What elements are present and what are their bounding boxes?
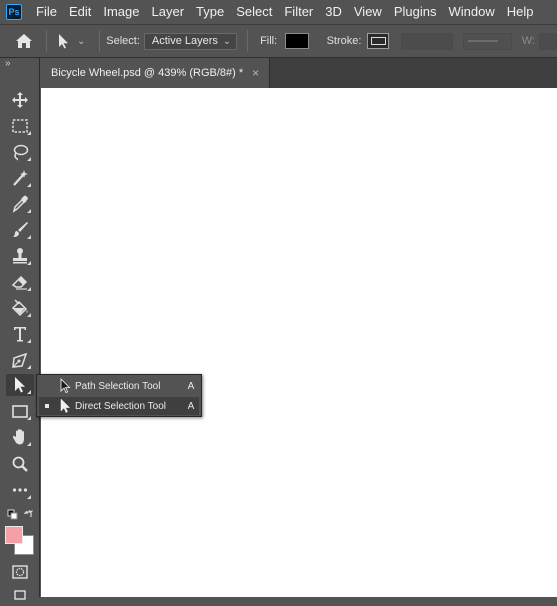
select-label: Select: [106,35,140,47]
rectangle-tool[interactable] [6,400,34,422]
foreground-color-swatch[interactable] [5,526,23,544]
tool-group-indicator [27,365,31,369]
screen-mode-button[interactable] [6,584,34,606]
move-tool[interactable] [6,89,34,111]
marquee-tool[interactable] [6,115,34,137]
fill-color-swatch[interactable] [285,33,309,49]
tool-group-indicator [27,390,31,394]
tool-group-indicator [27,495,31,499]
flyout-item-shortcut: A [187,380,195,392]
more-tools-button[interactable] [6,479,34,501]
tool-group-indicator [27,313,31,317]
menu-select[interactable]: Select [230,0,278,24]
document-canvas[interactable] [41,88,557,597]
options-separator [247,30,249,52]
options-separator [46,30,47,52]
zoom-tool[interactable] [6,453,34,475]
tools-panel: » [0,58,40,600]
chevron-down-icon: ⌄ [222,35,232,47]
direct-selection-icon [55,398,75,414]
default-colors-icon[interactable] [5,509,35,521]
magic-wand-tool[interactable] [6,167,34,189]
width-label: W: [521,35,535,47]
path-selection-icon [55,378,75,394]
tool-group-indicator [27,235,31,239]
tool-group-indicator [27,442,31,446]
quick-mask-button[interactable] [6,561,34,583]
menu-layer[interactable]: Layer [146,0,191,24]
tool-group-indicator [27,209,31,213]
tool-preset-picker[interactable]: ⌄ [57,33,85,49]
width-field[interactable] [538,32,557,50]
menu-bar: Ps File Edit Image Layer Type Select Fil… [0,0,557,24]
menu-window[interactable]: Window [442,0,500,24]
tool-group-indicator [27,287,31,291]
tool-group-indicator [27,416,31,420]
eraser-tool[interactable] [6,271,34,293]
fill-label: Fill: [260,35,278,47]
flyout-item-shortcut: A [187,400,195,412]
paint-bucket-tool[interactable] [6,297,34,319]
pen-tool[interactable] [6,349,34,371]
move-icon [12,92,28,108]
photoshop-logo[interactable]: Ps [6,4,22,20]
tool-group-indicator [27,157,31,161]
lasso-tool[interactable] [6,141,34,163]
flyout-item-label: Path Selection Tool [75,380,161,392]
select-layers-dropdown[interactable]: Active Layers ⌄ [143,32,238,50]
tool-group-indicator [27,261,31,265]
close-icon[interactable]: × [252,66,259,80]
menu-image[interactable]: Image [97,0,145,24]
menu-type[interactable]: Type [190,0,230,24]
select-value: Active Layers [151,35,218,47]
menu-view[interactable]: View [348,0,388,24]
stroke-width-field[interactable] [401,32,453,50]
document-tab-bar: Bicycle Wheel.psd @ 439% (RGB/8#) * × [41,58,557,88]
hand-tool[interactable] [6,426,34,448]
chevron-down-icon: ⌄ [76,35,86,47]
path-selection-tool[interactable] [6,374,34,396]
line-style-icon [467,40,498,42]
menu-edit[interactable]: Edit [63,0,97,24]
options-separator [99,30,101,52]
tool-group-indicator [27,339,31,343]
clone-stamp-tool[interactable] [6,245,34,267]
selected-bullet-icon [39,404,55,408]
path-selection-flyout-menu: Path Selection Tool A Direct Selection T… [36,374,202,417]
tool-group-indicator [27,131,31,135]
screen-mode-icon [14,590,26,600]
stroke-type-dropdown[interactable] [462,32,512,50]
menu-help[interactable]: Help [501,0,540,24]
document-tab[interactable]: Bicycle Wheel.psd @ 439% (RGB/8#) * × [41,58,271,88]
flyout-item-path-selection[interactable]: Path Selection Tool A [39,377,199,395]
collapse-panel-icon[interactable]: » [5,58,10,69]
path-selection-icon [58,34,68,49]
options-bar: ⌄ Select: Active Layers ⌄ Fill: Stroke: … [0,24,557,58]
menu-3d[interactable]: 3D [319,0,348,24]
menu-filter[interactable]: Filter [278,0,319,24]
type-tool[interactable] [6,323,34,345]
eyedropper-tool[interactable] [6,193,34,215]
stroke-label: Stroke: [326,35,362,47]
menu-file[interactable]: File [30,0,63,24]
quick-mask-icon [12,565,28,579]
brush-tool[interactable] [6,219,34,241]
zoom-icon [12,456,28,472]
home-button[interactable] [8,24,40,58]
home-icon [16,34,33,48]
flyout-item-label: Direct Selection Tool [75,400,166,412]
stroke-color-swatch[interactable] [367,33,390,49]
menu-plugins[interactable]: Plugins [388,0,443,24]
document-title: Bicycle Wheel.psd @ 439% (RGB/8#) * [51,67,244,79]
tool-group-indicator [27,183,31,187]
flyout-item-direct-selection[interactable]: Direct Selection Tool A [39,397,199,415]
